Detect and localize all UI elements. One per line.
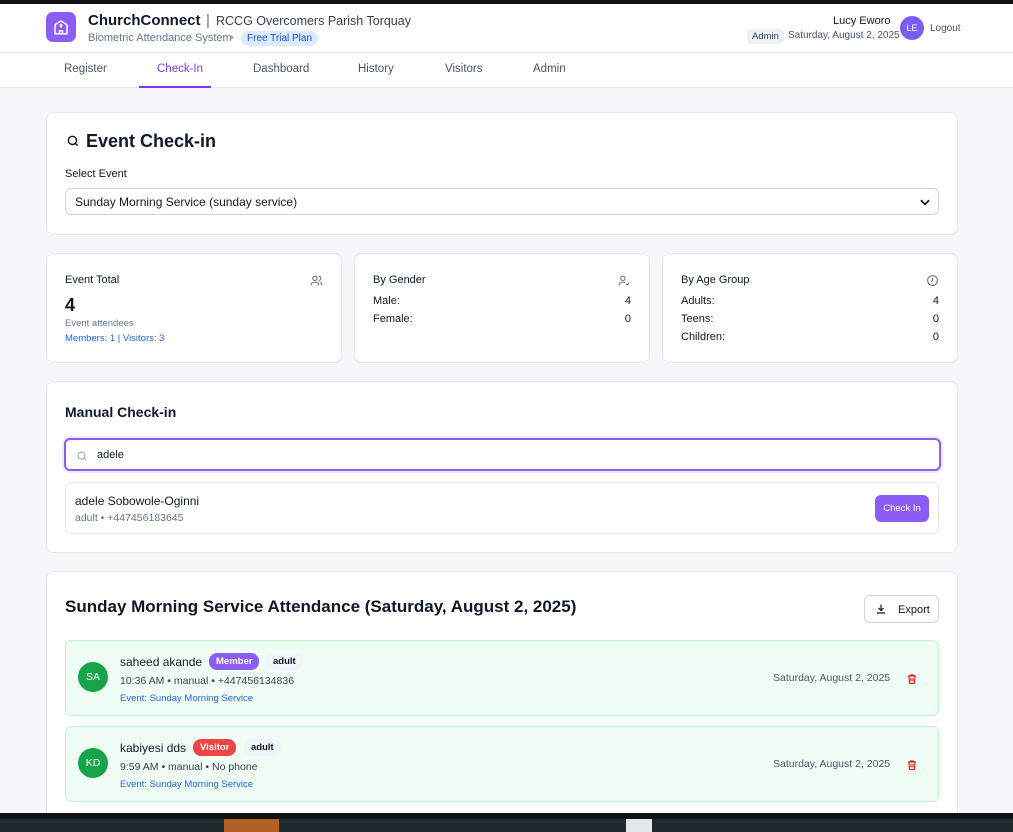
taskbar-segment: [279, 819, 626, 832]
plan-badge: Free Trial Plan: [241, 31, 319, 46]
export-label: Export: [898, 604, 930, 616]
attendee-meta: 10:36 AM • manual • +447456134836: [120, 675, 295, 687]
age-badge: adult: [266, 653, 303, 670]
event-checkin-card: Event Check-in Select Event Sunday Morni…: [46, 112, 958, 235]
tab-dashboard[interactable]: Dashboard: [253, 63, 309, 75]
age-row-teens: Teens: 0: [681, 313, 939, 325]
gender-row-male: Male: 4: [373, 295, 631, 307]
attendance-record: SA saheed akande Member adult 10:36 AM •…: [65, 640, 939, 716]
attendee-name: kabiyesi dds: [120, 741, 187, 755]
result-detail: adult • +447456183645: [75, 512, 184, 524]
member-search-input[interactable]: adele: [64, 438, 941, 471]
result-name: adele Sobowole-Oginni: [75, 494, 200, 508]
delete-trash-icon[interactable]: [906, 672, 918, 690]
attendee-event-link[interactable]: Event: Sunday Morning Service: [120, 693, 253, 704]
role-badge: Admin: [747, 29, 784, 44]
user-name: Lucy Eworo: [833, 15, 891, 27]
search-icon: [76, 449, 88, 467]
attendee-event-link[interactable]: Event: Sunday Morning Service: [120, 779, 253, 790]
event-total-caption: Event attendees: [65, 318, 134, 329]
tab-check-in[interactable]: Check-In: [157, 63, 203, 75]
attendee-meta: 9:59 AM • manual • No phone: [120, 761, 258, 773]
search-input-value: adele: [97, 449, 124, 461]
tab-register[interactable]: Register: [64, 63, 107, 75]
attendance-card: Sunday Morning Service Attendance (Satur…: [46, 571, 958, 831]
attendee-avatar: SA: [78, 662, 108, 692]
tab-visitors[interactable]: Visitors: [445, 63, 483, 75]
select-event-label: Select Event: [65, 168, 127, 180]
main-nav: Register Check-In Dashboard History Visi…: [0, 53, 1013, 88]
brand-separator: |: [206, 12, 210, 29]
visitor-badge: Visitor: [193, 739, 237, 756]
taskbar-segment: [224, 819, 279, 832]
search-result-item: adele Sobowole-Oginni adult • +447456183…: [65, 482, 939, 534]
avatar[interactable]: LE: [900, 16, 924, 40]
delete-trash-icon[interactable]: [906, 758, 918, 776]
age-row-children: Children: 0: [681, 331, 939, 343]
event-select[interactable]: Sunday Morning Service (sunday service): [65, 188, 939, 215]
parish-name: RCCG Overcomers Parish Torquay: [216, 14, 411, 28]
tab-admin[interactable]: Admin: [533, 63, 566, 75]
by-gender-card: By Gender Male: 4 Female: 0: [354, 253, 650, 363]
download-icon: [875, 603, 887, 618]
attendance-record: KD kabiyesi dds Visitor adult 9:59 AM • …: [65, 726, 939, 802]
header-date: Saturday, August 2, 2025: [788, 30, 900, 41]
members-visitors-breakdown: Members: 1 | Visitors: 3: [65, 333, 165, 344]
church-logo-icon: [46, 12, 76, 42]
user-check-icon: [618, 274, 631, 292]
attendee-avatar: KD: [78, 748, 108, 778]
users-icon: [310, 274, 323, 292]
logout-button[interactable]: Logout: [930, 23, 961, 34]
app-subtitle: Biometric Attendance System: [88, 32, 232, 44]
by-gender-title: By Gender: [373, 274, 426, 286]
age-row-adults: Adults: 4: [681, 295, 939, 307]
manual-checkin-title: Manual Check-in: [65, 404, 177, 420]
selected-event-value: Sunday Morning Service (sunday service): [75, 195, 298, 209]
attendee-date: Saturday, August 2, 2025: [773, 672, 891, 684]
event-total-card: Event Total 4 Event attendees Members: 1…: [46, 253, 342, 363]
taskbar-segment: [652, 819, 1013, 832]
member-badge: Member: [209, 653, 260, 670]
check-in-button[interactable]: Check In: [875, 495, 929, 522]
event-total-value: 4: [65, 295, 76, 315]
attendee-date: Saturday, August 2, 2025: [773, 758, 891, 770]
manual-checkin-card: Manual Check-in adele adele Sobowole-Ogi…: [46, 381, 958, 553]
export-button[interactable]: Export: [864, 595, 939, 623]
chevron-down-icon: [918, 195, 932, 212]
attendance-title: Sunday Morning Service Attendance (Satur…: [65, 597, 577, 616]
active-tab-indicator: [139, 86, 211, 88]
by-age-card: By Age Group Adults: 4 Teens: 0 Children: 0: [662, 253, 958, 363]
clock-icon: [926, 274, 939, 292]
taskbar-segment: [0, 819, 224, 832]
event-total-title: Event Total: [65, 274, 120, 286]
brand-name: ChurchConnect: [88, 12, 201, 29]
app-header: ChurchConnect | RCCG Overcomers Parish T…: [0, 4, 1013, 53]
gender-row-female: Female: 0: [373, 313, 631, 325]
tab-history[interactable]: History: [358, 63, 394, 75]
subtitle-dot: •: [230, 32, 234, 44]
attendee-name: saheed akande: [120, 655, 203, 669]
age-badge: adult: [244, 739, 281, 756]
by-age-title: By Age Group: [681, 274, 750, 286]
taskbar-strip: [0, 813, 1013, 832]
search-icon: [66, 134, 80, 153]
event-checkin-title: Event Check-in: [86, 131, 217, 151]
